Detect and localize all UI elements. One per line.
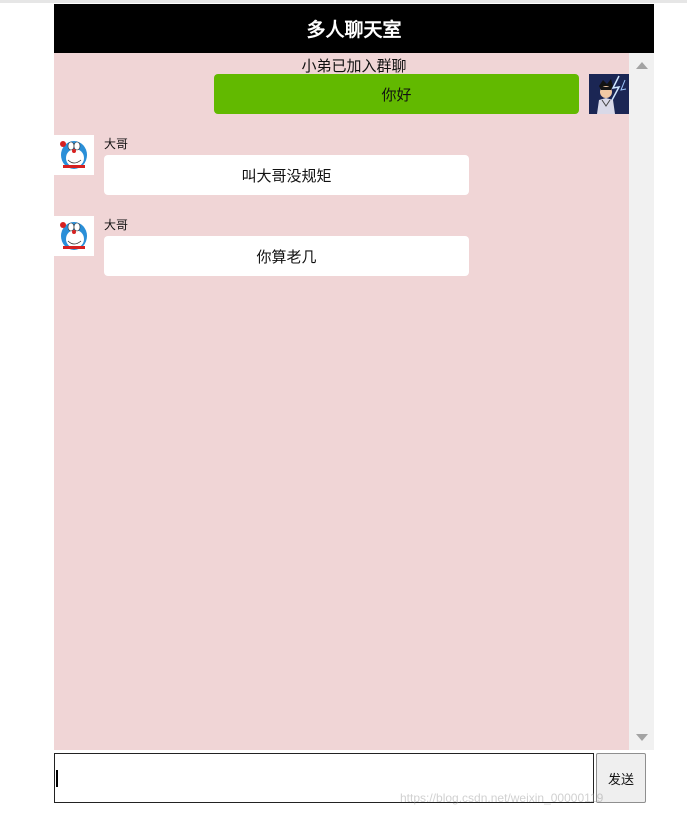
list-item: 大哥 你算老几 [54,216,474,286]
message-text: 你算老几 [256,247,317,266]
sender-name: 大哥 [104,218,129,232]
sender-name: 大哥 [104,137,129,151]
system-notice: 小弟已加入群聊 [301,57,407,75]
page-title: 多人聊天室 [306,19,402,41]
self-message-bubble: 你好 [214,74,579,114]
vertical-scrollbar[interactable] [629,53,654,750]
scroll-up-arrow-icon[interactable] [636,62,648,69]
doraemon-avatar-icon[interactable] [54,135,94,175]
window-top-border [0,0,687,3]
self-message-text: 你好 [381,85,412,104]
message-text: 叫大哥没规矩 [241,166,332,185]
scroll-down-arrow-icon[interactable] [636,734,648,741]
text-cursor [56,770,58,787]
message-list[interactable]: 小弟已加入群聊 你好 大哥 叫大哥没规矩 大哥 你算老几 [54,53,629,750]
chat-room-header: 多人聊天室 [54,4,654,53]
list-item: 大哥 叫大哥没规矩 [54,135,474,205]
message-bubble: 叫大哥没规矩 [104,155,469,195]
watermark: https://blog.csdn.net/weixin_00000119 [400,791,604,805]
doraemon-avatar-icon[interactable] [54,216,94,256]
message-bubble: 你算老几 [104,236,469,276]
send-button[interactable]: 发送 [596,753,646,803]
anime-character-avatar-icon[interactable] [589,74,629,114]
